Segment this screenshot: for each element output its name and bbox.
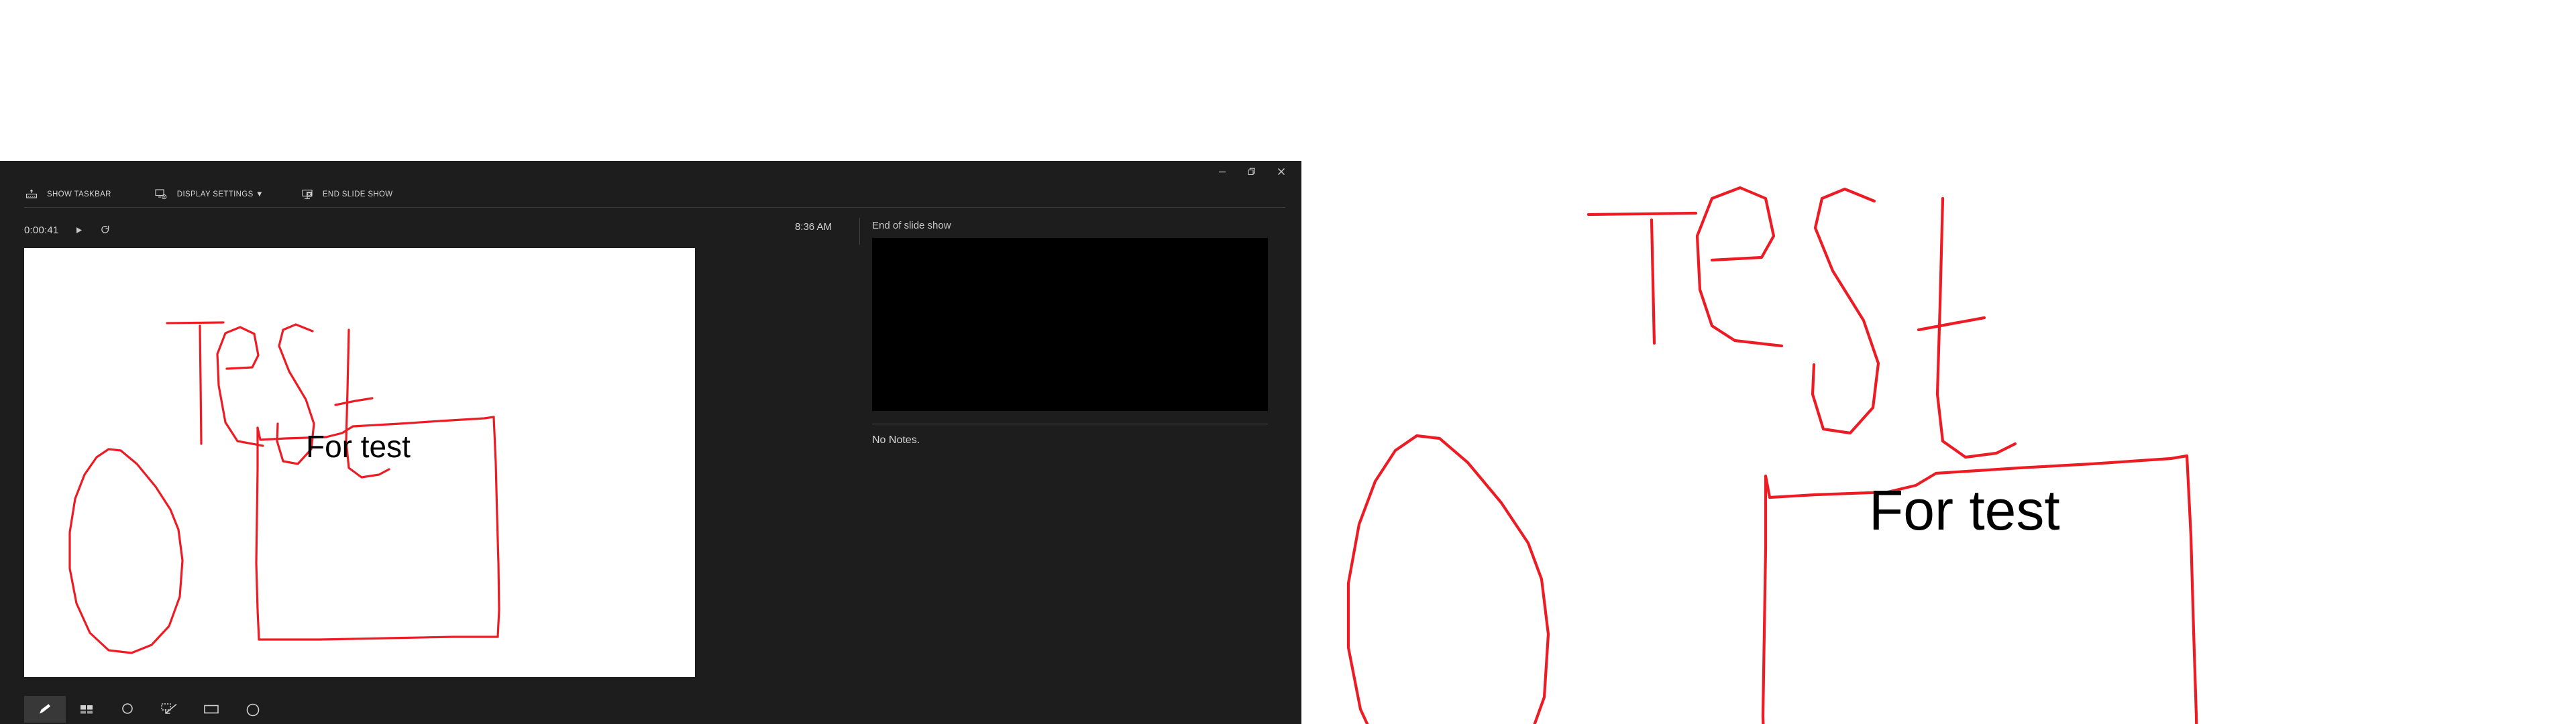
presenter-command-bar: SHOW TASKBAR DISPLAY SETTINGS ▼ END SLID… [0,182,1301,206]
display-settings-button[interactable]: DISPLAY SETTINGS ▼ [154,184,264,204]
next-slide-and-notes-pane: End of slide show No Notes. [872,208,1288,724]
end-slide-show-label: END SLIDE SHOW [322,190,393,198]
timer-controls: 0:00:41 [24,221,112,239]
black-screen-button[interactable] [149,696,191,723]
current-slide-canvas[interactable]: For test [24,248,695,677]
presenter-view-window: SHOW TASKBAR DISPLAY SETTINGS ▼ END SLID… [0,161,1301,724]
next-slide-header: End of slide show [872,220,951,231]
minimize-button[interactable] [1208,162,1237,182]
projected-ink-layer: For test [1301,0,2576,724]
column-divider [859,218,860,245]
slide-show-toolbar [24,695,695,724]
current-clock: 8:36 AM [794,221,832,233]
window-titlebar [0,161,1301,182]
projected-slide-display[interactable]: For test [1301,0,2576,724]
more-options-button[interactable] [232,696,274,723]
projected-slide-text-for-test: For test [1869,479,2060,542]
display-settings-label: DISPLAY SETTINGS ▼ [176,190,264,198]
close-button[interactable] [1267,162,1296,182]
slide-text-for-test: For test [306,429,411,464]
show-taskbar-icon [24,187,39,202]
window-controls [1208,161,1296,182]
zoom-slide-button[interactable] [107,696,149,723]
pause-timer-button[interactable] [72,223,85,237]
pen-tool-button[interactable] [24,696,66,723]
all-slides-button[interactable] [66,696,107,723]
speaker-notes: No Notes. [872,434,920,446]
subtitles-button[interactable] [191,696,232,723]
display-settings-icon [154,187,169,202]
next-slide-thumbnail[interactable] [872,238,1268,411]
slide-ink-layer: For test [24,248,695,677]
show-taskbar-label: SHOW TASKBAR [47,190,111,198]
show-taskbar-button[interactable]: SHOW TASKBAR [24,184,111,204]
end-slide-show-icon [300,187,315,202]
end-slide-show-button[interactable]: END SLIDE SHOW [300,184,393,204]
current-slide-pane: 0:00:41 8:36 AM For test [0,208,857,724]
elapsed-time: 0:00:41 [24,224,59,236]
restart-timer-button[interactable] [99,223,112,237]
screen: SHOW TASKBAR DISPLAY SETTINGS ▼ END SLID… [0,0,2576,724]
restore-button[interactable] [1237,162,1267,182]
